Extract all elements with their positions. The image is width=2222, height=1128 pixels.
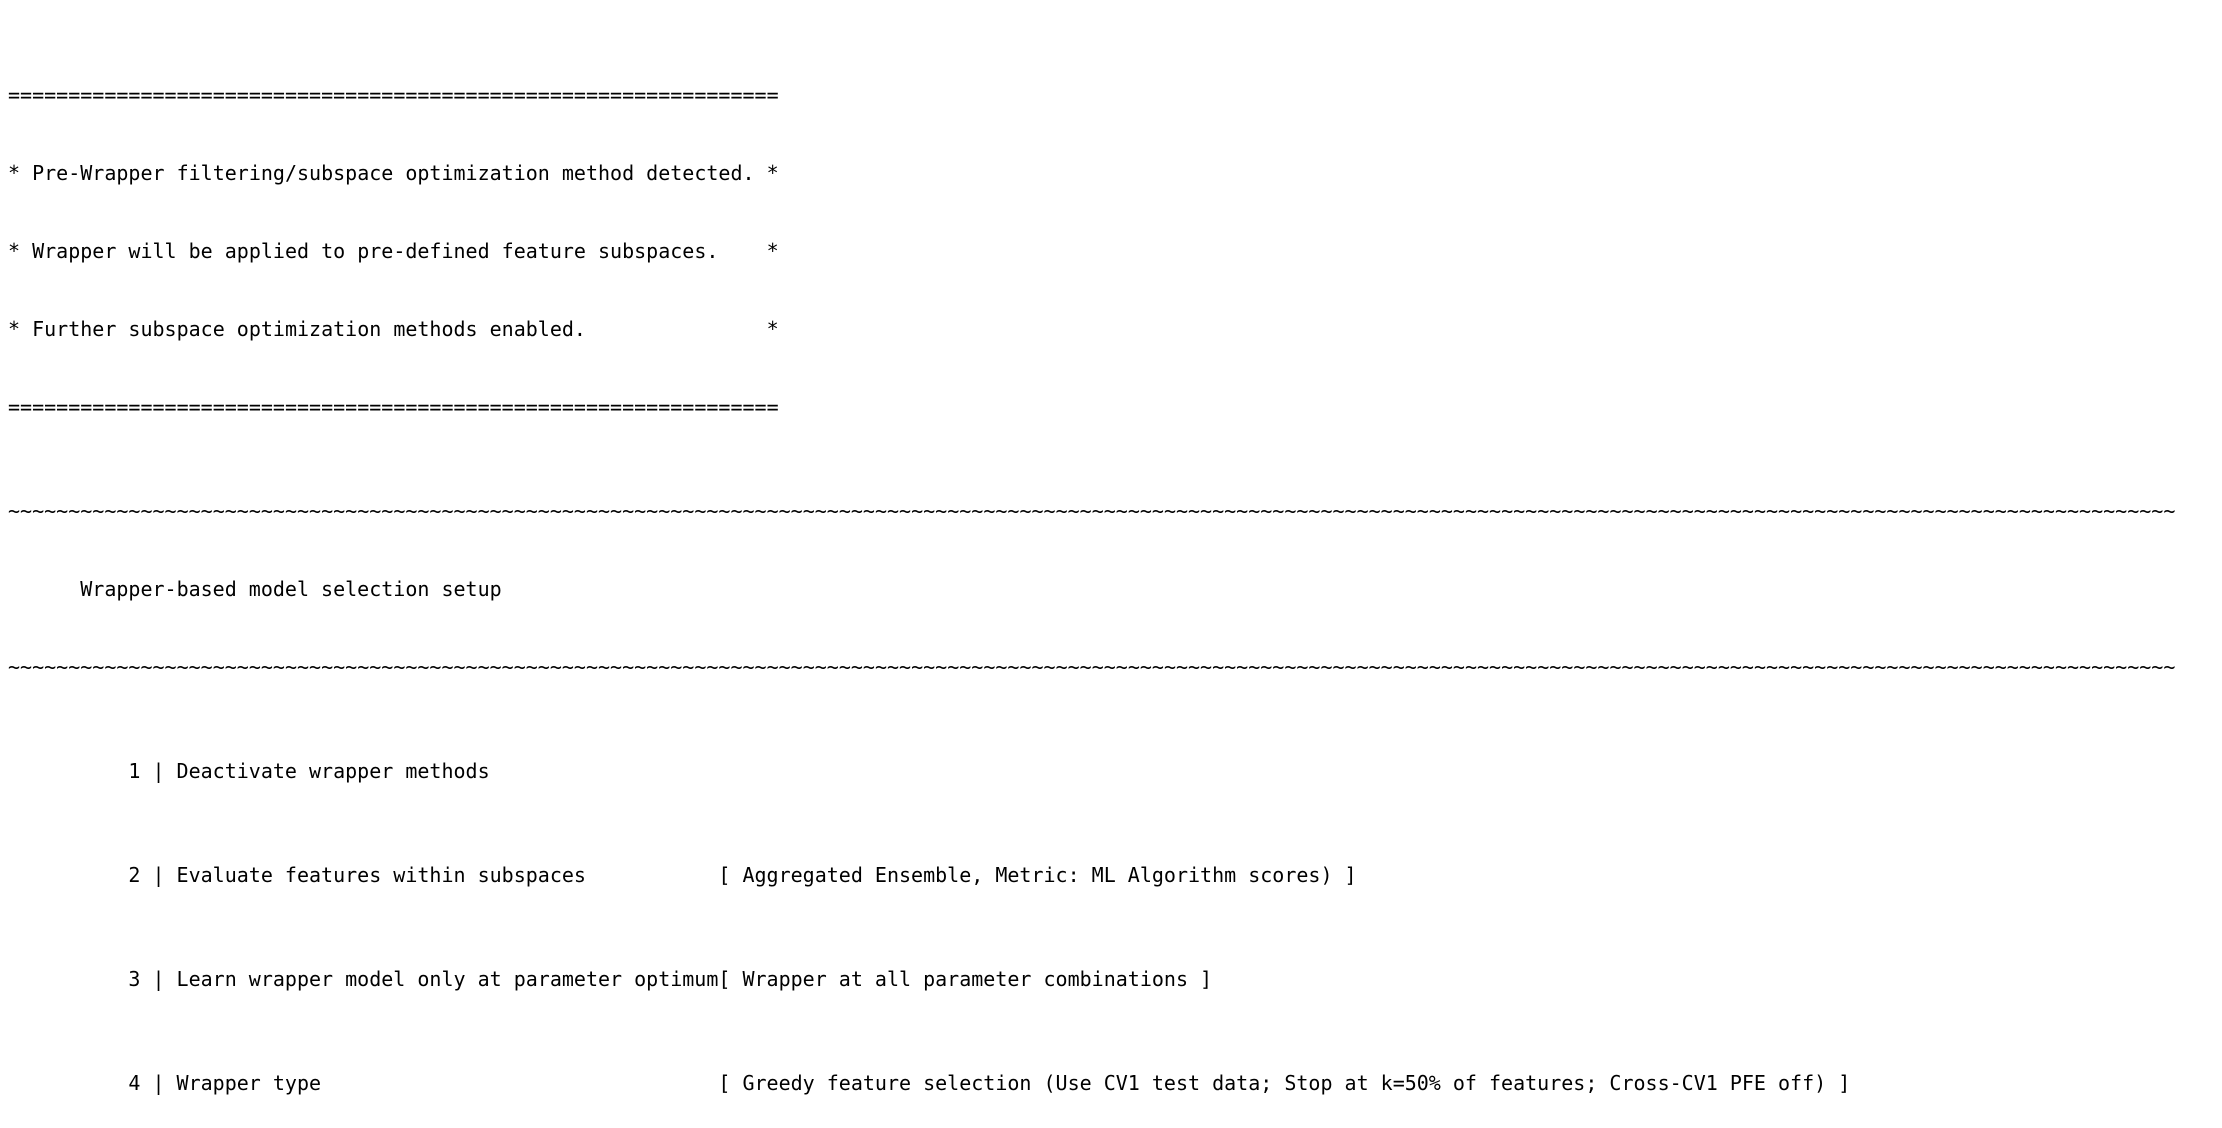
menu-key: 4	[92, 1070, 140, 1096]
menu-item-1[interactable]: 1 | Deactivate wrapper methods	[8, 758, 2214, 784]
menu-item-2[interactable]: 2 | Evaluate features within subspaces […	[8, 862, 2214, 888]
banner-border-top: ========================================…	[8, 82, 2214, 108]
menu-value: [ Greedy feature selection (Use CV1 test…	[718, 1070, 2214, 1096]
menu-key: 1	[92, 758, 140, 784]
menu-label: Wrapper type	[177, 1070, 719, 1096]
menu-item-3[interactable]: 3 | Learn wrapper model only at paramete…	[8, 966, 2214, 992]
menu-value	[718, 758, 2214, 784]
menu-label: Learn wrapper model only at parameter op…	[177, 966, 719, 992]
menu-label: Evaluate features within subspaces	[177, 862, 719, 888]
menu-title: Wrapper-based model selection setup	[8, 576, 2214, 602]
banner-border-bottom: ========================================…	[8, 394, 2214, 420]
menu-key: 3	[92, 966, 140, 992]
terminal-output: ========================================…	[0, 0, 2222, 1128]
menu-key: 2	[92, 862, 140, 888]
menu-separator: |	[140, 1070, 176, 1096]
menu-separator: |	[140, 758, 176, 784]
banner-line-1: * Pre-Wrapper filtering/subspace optimiz…	[8, 160, 2214, 186]
menu-value: [ Aggregated Ensemble, Metric: ML Algori…	[718, 862, 2214, 888]
menu-item-4[interactable]: 4 | Wrapper type [ Greedy feature select…	[8, 1070, 2214, 1096]
banner-line-3: * Further subspace optimization methods …	[8, 316, 2214, 342]
wave-divider-top: ~~~~~~~~~~~~~~~~~~~~~~~~~~~~~~~~~~~~~~~~…	[8, 498, 2214, 524]
menu-separator: |	[140, 862, 176, 888]
menu-value: [ Wrapper at all parameter combinations …	[718, 966, 2214, 992]
menu-label: Deactivate wrapper methods	[177, 758, 719, 784]
menu-separator: |	[140, 966, 176, 992]
wave-divider-bottom: ~~~~~~~~~~~~~~~~~~~~~~~~~~~~~~~~~~~~~~~~…	[8, 654, 2214, 680]
banner-line-2: * Wrapper will be applied to pre-defined…	[8, 238, 2214, 264]
